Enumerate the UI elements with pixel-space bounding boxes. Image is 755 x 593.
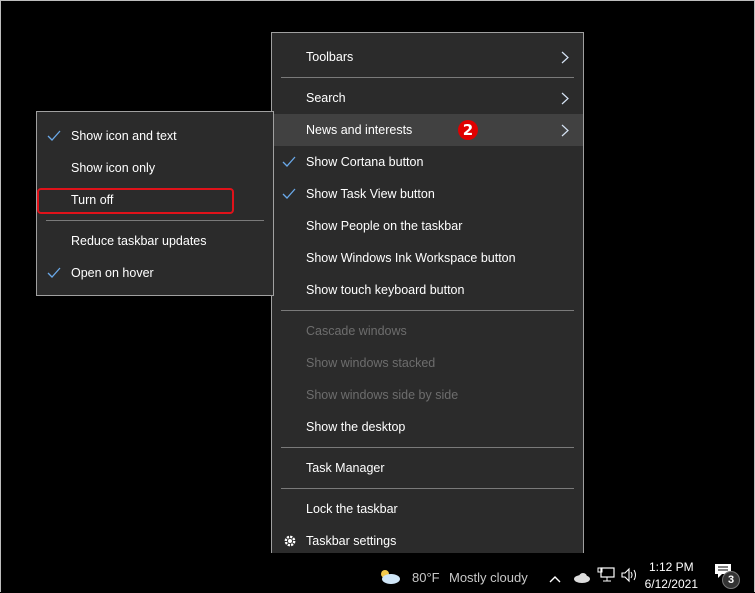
- menu-item-show-cortana-button[interactable]: Show Cortana button: [272, 146, 583, 178]
- menu-item-label: News and interests: [306, 123, 413, 137]
- turn-off-highlight: [37, 188, 234, 214]
- menu-item-label: Show icon and text: [71, 129, 177, 143]
- show-hidden-icons-chevron[interactable]: [549, 570, 561, 588]
- menu-item-task-manager[interactable]: Task Manager: [272, 452, 583, 484]
- menu-item-show-the-desktop[interactable]: Show the desktop: [272, 411, 583, 443]
- weather-widget[interactable]: 80°F Mostly cloudy: [379, 567, 539, 591]
- weather-temperature: 80°F: [412, 570, 440, 585]
- clock-date: 6/12/2021: [644, 577, 698, 591]
- checkmark-icon: [47, 120, 63, 152]
- checkmark-icon: [47, 257, 63, 289]
- chevron-right-icon: [561, 82, 573, 114]
- menu-separator: [281, 77, 574, 78]
- menu-item-search[interactable]: Search: [272, 82, 583, 114]
- volume-icon[interactable]: [621, 567, 639, 588]
- onedrive-cloud-icon[interactable]: [573, 570, 591, 588]
- menu-item-show-windows-side-by-side: Show windows side by side: [272, 379, 583, 411]
- menu-separator: [281, 310, 574, 311]
- menu-separator: [281, 488, 574, 489]
- menu-item-toolbars[interactable]: Toolbars: [272, 41, 583, 73]
- notification-count-badge: 3: [722, 571, 740, 589]
- chevron-right-icon: [561, 114, 573, 146]
- menu-item-label: Task Manager: [306, 461, 385, 475]
- menu-item-show-windows-stacked: Show windows stacked: [272, 347, 583, 379]
- menu-item-label: Reduce taskbar updates: [71, 234, 207, 248]
- menu-item-label: Show People on the taskbar: [306, 219, 463, 233]
- checkmark-icon: [282, 146, 298, 178]
- taskbar-context-menu: Toolbars Search News and interests Show Cor…: [271, 32, 584, 564]
- menu-item-show-task-view-button[interactable]: Show Task View button: [272, 178, 583, 210]
- menu-item-label: Show Windows Ink Workspace button: [306, 251, 516, 265]
- taskbar: 80°F Mostly cloudy 1:12 PM 6/12/2021 3: [1, 553, 754, 593]
- clock-time: 1:12 PM: [648, 560, 694, 574]
- menu-item-label: Show icon only: [71, 161, 156, 175]
- menu-item-label: Search: [306, 91, 346, 105]
- menu-item-label: Show windows stacked: [306, 356, 436, 370]
- menu-item-cascade-windows: Cascade windows: [272, 315, 583, 347]
- menu-item-show-icon-and-text[interactable]: Show icon and text: [37, 120, 273, 152]
- menu-item-label: Show Cortana button: [306, 155, 424, 169]
- menu-item-label: Cascade windows: [306, 324, 407, 338]
- menu-item-lock-the-taskbar[interactable]: Lock the taskbar: [272, 493, 583, 525]
- clock[interactable]: 1:12 PM 6/12/2021: [645, 559, 698, 593]
- cloud-sun-icon: [381, 570, 400, 584]
- menu-item-news-and-interests[interactable]: News and interests: [272, 114, 583, 146]
- action-center-button[interactable]: 3: [714, 563, 740, 589]
- menu-item-label: Show windows side by side: [306, 388, 459, 402]
- menu-separator: [46, 220, 264, 221]
- menu-item-label: Taskbar settings: [306, 534, 397, 548]
- menu-item-open-on-hover[interactable]: Open on hover: [37, 257, 273, 289]
- menu-separator: [281, 447, 574, 448]
- menu-item-show-people-on-the-taskbar[interactable]: Show People on the taskbar: [272, 210, 583, 242]
- step-badge-2: 2: [458, 120, 478, 140]
- menu-item-label: Open on hover: [71, 266, 154, 280]
- menu-item-reduce-taskbar-updates[interactable]: Reduce taskbar updates: [37, 225, 273, 257]
- menu-item-show-touch-keyboard-button[interactable]: Show touch keyboard button: [272, 274, 583, 306]
- menu-item-label: Lock the taskbar: [306, 502, 398, 516]
- menu-item-label: Show touch keyboard button: [306, 283, 465, 297]
- menu-item-show-icon-only[interactable]: Show icon only: [37, 152, 273, 184]
- menu-item-show-windows-ink-workspace-button[interactable]: Show Windows Ink Workspace button: [272, 242, 583, 274]
- menu-item-label: Toolbars: [306, 50, 354, 64]
- network-icon[interactable]: [597, 567, 615, 588]
- chevron-right-icon: [561, 41, 573, 73]
- menu-item-label: Show the desktop: [306, 420, 406, 434]
- menu-item-label: Show Task View button: [306, 187, 435, 201]
- weather-condition: Mostly cloudy: [449, 570, 528, 585]
- checkmark-icon: [282, 178, 298, 210]
